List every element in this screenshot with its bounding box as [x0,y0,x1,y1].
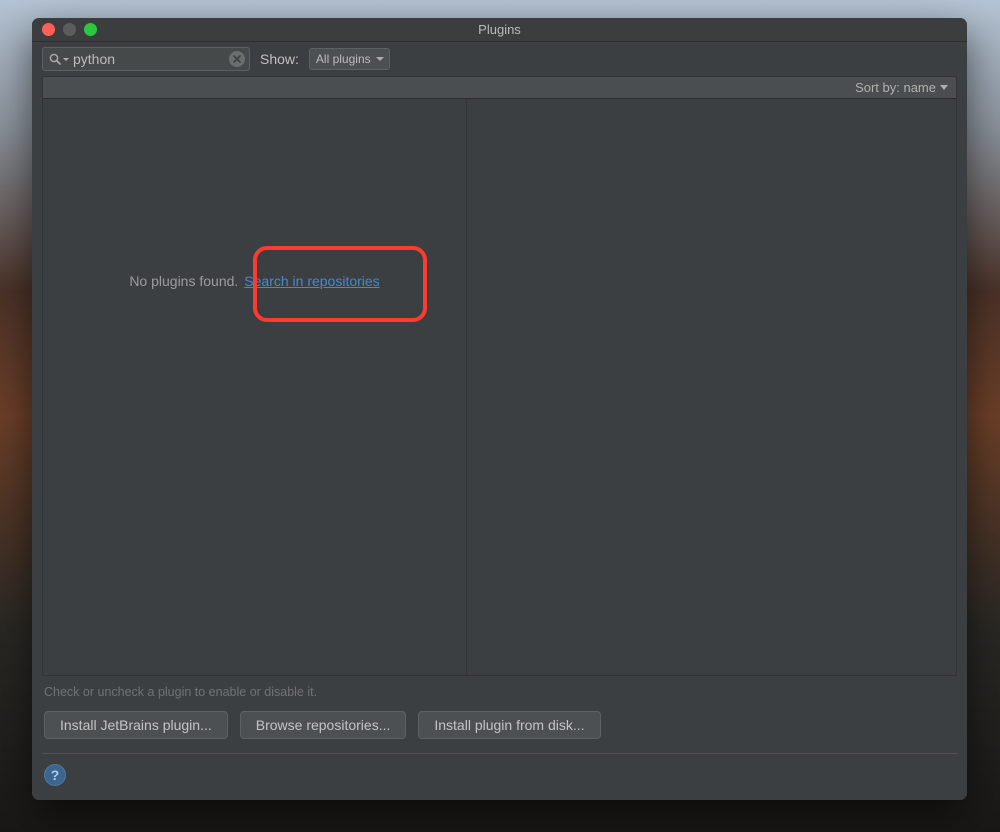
footer: ? [32,754,967,800]
browse-repositories-button[interactable]: Browse repositories... [240,711,407,739]
hint-text: Check or uncheck a plugin to enable or d… [42,676,957,711]
search-in-repositories-link[interactable]: Search in repositories [244,273,379,289]
sort-label: Sort by: name [855,80,936,95]
minimize-icon[interactable] [63,23,76,36]
show-filter-select[interactable]: All plugins [309,48,390,70]
help-icon[interactable]: ? [44,764,66,786]
plugins-dialog: Plugins Show: All plugins Sort by: name [32,18,967,800]
window-controls [42,23,97,36]
chevron-down-icon [940,85,948,90]
window-title: Plugins [478,22,521,37]
toolbar: Show: All plugins [32,42,967,76]
content: Sort by: name No plugins found. Search i… [32,76,967,754]
search-field-wrap [42,47,250,71]
titlebar: Plugins [32,18,967,42]
close-icon[interactable] [42,23,55,36]
sort-header[interactable]: Sort by: name [42,76,957,98]
show-filter-value: All plugins [316,52,371,66]
button-row: Install JetBrains plugin... Browse repos… [42,711,957,749]
clear-search-icon[interactable] [229,51,245,67]
maximize-icon[interactable] [84,23,97,36]
search-dropdown-icon[interactable] [63,58,69,61]
plugin-detail-pane [467,99,956,675]
split-pane: No plugins found. Search in repositories [42,98,957,676]
plugin-list-pane: No plugins found. Search in repositories [43,99,467,675]
no-plugins-text: No plugins found. [129,273,238,289]
chevron-down-icon [376,57,384,61]
show-label: Show: [260,51,299,67]
empty-state: No plugins found. Search in repositories [129,273,379,289]
search-input[interactable] [73,51,254,67]
search-icon [49,53,61,65]
install-jetbrains-plugin-button[interactable]: Install JetBrains plugin... [44,711,228,739]
install-plugin-from-disk-button[interactable]: Install plugin from disk... [418,711,600,739]
